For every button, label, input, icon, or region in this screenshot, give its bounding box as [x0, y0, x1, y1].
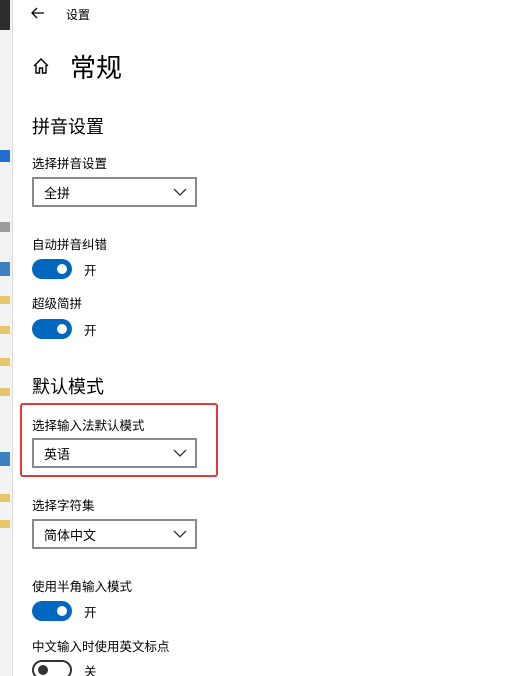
back-arrow-icon [31, 4, 45, 23]
english-punct-label: 中文输入时使用英文标点 [32, 639, 170, 654]
charset-select-label: 选择字符集 [32, 498, 95, 513]
back-button[interactable] [24, 2, 52, 24]
page-header: 常规 [32, 46, 122, 86]
background-window-strip [0, 0, 13, 676]
english-punct-state: 关 [84, 663, 97, 676]
super-jianpin-state: 开 [84, 322, 97, 338]
pinyin-select[interactable]: 全拼 [32, 177, 197, 207]
half-width-state: 开 [84, 604, 97, 620]
pinyin-select-value: 全拼 [44, 186, 71, 202]
auto-correct-toggle[interactable] [32, 259, 72, 279]
section-title-default-mode: 默认模式 [32, 377, 104, 398]
window-title: 设置 [66, 8, 91, 22]
half-width-toggle[interactable] [32, 601, 72, 621]
pinyin-select-label: 选择拼音设置 [32, 156, 108, 171]
charset-select-value: 简体中文 [44, 528, 97, 544]
auto-correct-row: 开 [32, 259, 97, 279]
default-mode-select-label: 选择输入法默认模式 [32, 418, 145, 433]
english-punct-toggle[interactable] [32, 660, 72, 676]
chevron-down-icon [169, 177, 191, 207]
default-mode-select-value: 英语 [44, 447, 71, 463]
half-width-label: 使用半角输入模式 [32, 579, 133, 594]
auto-correct-label: 自动拼音纠错 [32, 237, 108, 252]
chevron-down-icon [169, 438, 191, 468]
english-punct-row: 关 [32, 660, 97, 676]
charset-select[interactable]: 简体中文 [32, 519, 197, 549]
super-jianpin-label: 超级简拼 [32, 296, 83, 311]
title-bar: 设置 [12, 0, 526, 28]
super-jianpin-toggle[interactable] [32, 319, 72, 339]
page-title: 常规 [70, 53, 123, 84]
settings-window: 设置 常规 拼音设置 选择拼音设置 全拼 自动拼音纠错 开 超级简拼 开 默认模… [0, 0, 526, 676]
super-jianpin-row: 开 [32, 319, 97, 339]
half-width-row: 开 [32, 601, 97, 621]
default-mode-select[interactable]: 英语 [32, 438, 197, 468]
section-title-pinyin: 拼音设置 [32, 117, 104, 138]
home-icon [32, 56, 52, 76]
auto-correct-state: 开 [84, 262, 97, 278]
chevron-down-icon [169, 519, 191, 549]
